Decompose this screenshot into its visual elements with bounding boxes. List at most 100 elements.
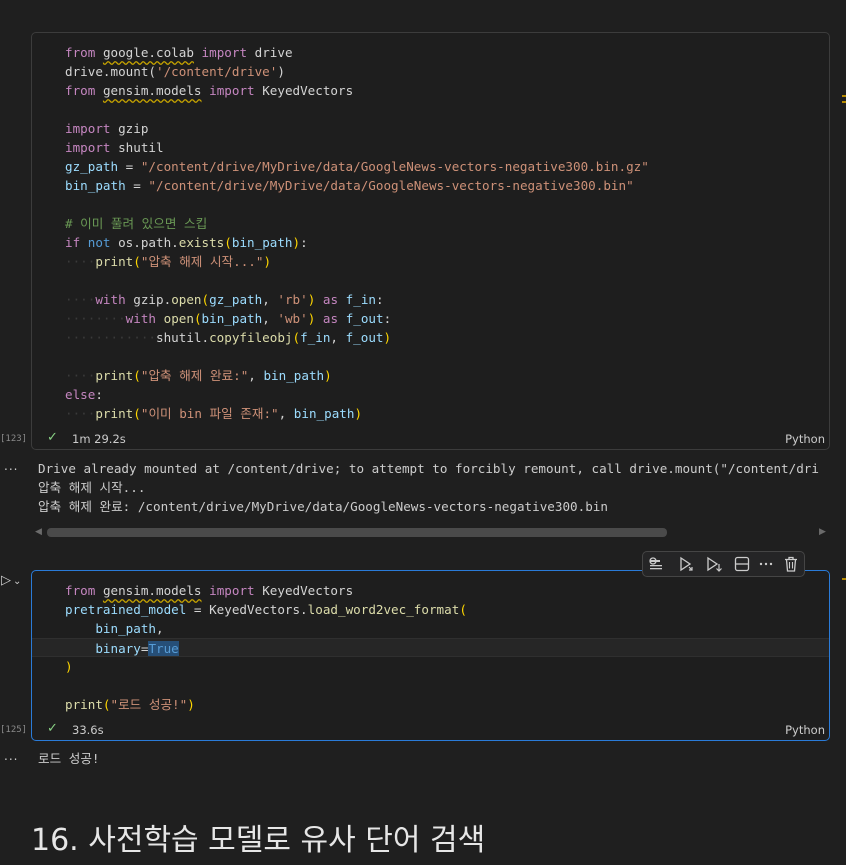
code-line[interactable]: import gzip (65, 119, 829, 138)
code-line[interactable]: bin_path = "/content/drive/MyDrive/data/… (65, 176, 829, 195)
code-token: binary (95, 641, 141, 656)
code-token: ···· (65, 368, 96, 383)
code-line[interactable]: ····print("압축 해제 시작...") (65, 252, 829, 271)
chevron-down-icon[interactable]: ⌄ (13, 576, 21, 587)
code-line[interactable]: binary=True (32, 638, 829, 657)
code-token: ( (201, 292, 210, 307)
code-token: ( (292, 330, 301, 345)
execution-time: 1m 29.2s (72, 432, 126, 446)
code-line[interactable]: ············shutil.copyfileobj(f_in, f_o… (65, 328, 829, 347)
delete-icon[interactable] (782, 555, 800, 573)
code-token: copyfileobj (209, 330, 293, 345)
code-token: f_out (345, 311, 384, 326)
execute-cell-below-icon[interactable] (677, 555, 695, 573)
code-line[interactable] (65, 271, 829, 290)
code-token: ············ (65, 330, 156, 345)
code-line[interactable]: gz_path = "/content/drive/MyDrive/data/G… (65, 157, 829, 176)
execute-above-icon[interactable] (648, 555, 666, 573)
code-token: "압축 해제 완료:" (140, 368, 249, 383)
code-token: from (65, 583, 96, 598)
code-token: : (300, 235, 308, 250)
code-line[interactable]: bin_path, (65, 619, 829, 638)
code-token: import (209, 83, 255, 98)
run-cell-button[interactable]: ▷ ⌄ (1, 573, 21, 588)
code-token: ···· (65, 254, 96, 269)
code-token: ········ (65, 311, 126, 326)
split-cell-icon[interactable] (733, 555, 751, 573)
code-line[interactable]: if not os.path.exists(bin_path): (65, 233, 829, 252)
code-token: ) (277, 64, 285, 79)
code-token: f_in (345, 292, 377, 307)
cell-status-bar: ✓ 1m 29.2s Python (32, 427, 829, 449)
code-editor[interactable]: from google.colab import drive drive.moun… (65, 43, 829, 423)
code-token: ) (324, 368, 332, 383)
code-token: ( (133, 254, 141, 269)
code-line[interactable] (65, 676, 829, 695)
more-icon[interactable] (757, 555, 775, 573)
scroll-left-icon[interactable]: ◀ (35, 527, 42, 537)
code-line[interactable] (65, 347, 829, 366)
code-line[interactable]: ····print("압축 해제 완료:", bin_path) (65, 366, 829, 385)
code-line[interactable]: # 이미 풀려 있으면 스킵 (65, 214, 829, 233)
cell-language[interactable]: Python (785, 432, 825, 446)
code-token: "로드 성공!" (110, 697, 188, 712)
code-line[interactable] (65, 195, 829, 214)
output-more-icon[interactable]: ... (4, 749, 18, 763)
code-token: # 이미 풀려 있으면 스킵 (65, 216, 208, 231)
code-token: bin_path (65, 178, 126, 193)
code-token: from (65, 83, 96, 98)
code-token: bin_path (263, 368, 325, 383)
markdown-heading: 16. 사전학습 모델로 유사 단어 검색 (31, 823, 486, 858)
code-token: if (65, 235, 81, 250)
horizontal-scrollbar[interactable] (47, 528, 667, 537)
code-token: print (95, 254, 134, 269)
code-token: ···· (65, 406, 96, 421)
cell-output: Drive already mounted at /content/drive;… (38, 459, 819, 516)
cell-language[interactable]: Python (785, 723, 825, 737)
code-token: : (95, 387, 103, 402)
code-token: os.path. (110, 235, 179, 250)
code-line[interactable]: print("로드 성공!") (65, 695, 829, 714)
code-token: "/content/drive/MyDrive/data/GoogleNews-… (140, 159, 649, 174)
code-line[interactable]: drive.mount('/content/drive') (65, 62, 829, 81)
play-icon[interactable]: ▷ (1, 573, 11, 588)
code-token: ) (292, 235, 301, 250)
code-cell-2[interactable]: from gensim.models import KeyedVectors pr… (31, 570, 830, 741)
execute-below-icon[interactable] (705, 555, 723, 573)
code-line[interactable]: ····with gzip.open(gz_path, 'rb') as f_i… (65, 290, 829, 309)
code-token: , (278, 406, 294, 421)
code-line[interactable]: ········with open(bin_path, 'wb') as f_o… (65, 309, 829, 328)
code-token: ) (354, 406, 363, 421)
code-line[interactable]: else: (65, 385, 829, 404)
code-line[interactable]: ) (65, 657, 829, 676)
success-check-icon: ✓ (47, 721, 58, 736)
code-line[interactable]: from gensim.models import KeyedVectors (65, 581, 829, 600)
code-token: KeyedVectors (254, 583, 354, 598)
code-line[interactable]: ····print("이미 bin 파일 존재:", bin_path) (65, 404, 829, 423)
code-token: ( (102, 697, 111, 712)
scroll-right-icon[interactable]: ▶ (819, 527, 826, 537)
code-token: not (87, 235, 111, 250)
code-line[interactable]: from gensim.models import KeyedVectors (65, 81, 829, 100)
code-token: gz_path (65, 159, 119, 174)
code-line[interactable]: from google.colab import drive (65, 43, 829, 62)
code-token: open (171, 292, 202, 307)
code-line[interactable] (65, 100, 829, 119)
code-token: gzip. (125, 292, 172, 307)
code-token: as (322, 292, 339, 307)
code-line[interactable]: pretrained_model = KeyedVectors.load_wor… (65, 600, 829, 619)
code-editor[interactable]: from gensim.models import KeyedVectors pr… (32, 581, 829, 714)
code-token: gzip (110, 121, 149, 136)
code-token: True (148, 641, 179, 656)
execution-count: [123] (0, 434, 28, 444)
code-cell-1[interactable]: from google.colab import drive drive.moun… (31, 32, 830, 450)
code-token: ···· (65, 292, 96, 307)
code-line[interactable]: import shutil (65, 138, 829, 157)
output-more-icon[interactable]: ... (4, 459, 18, 473)
code-token: f_in (300, 330, 331, 345)
